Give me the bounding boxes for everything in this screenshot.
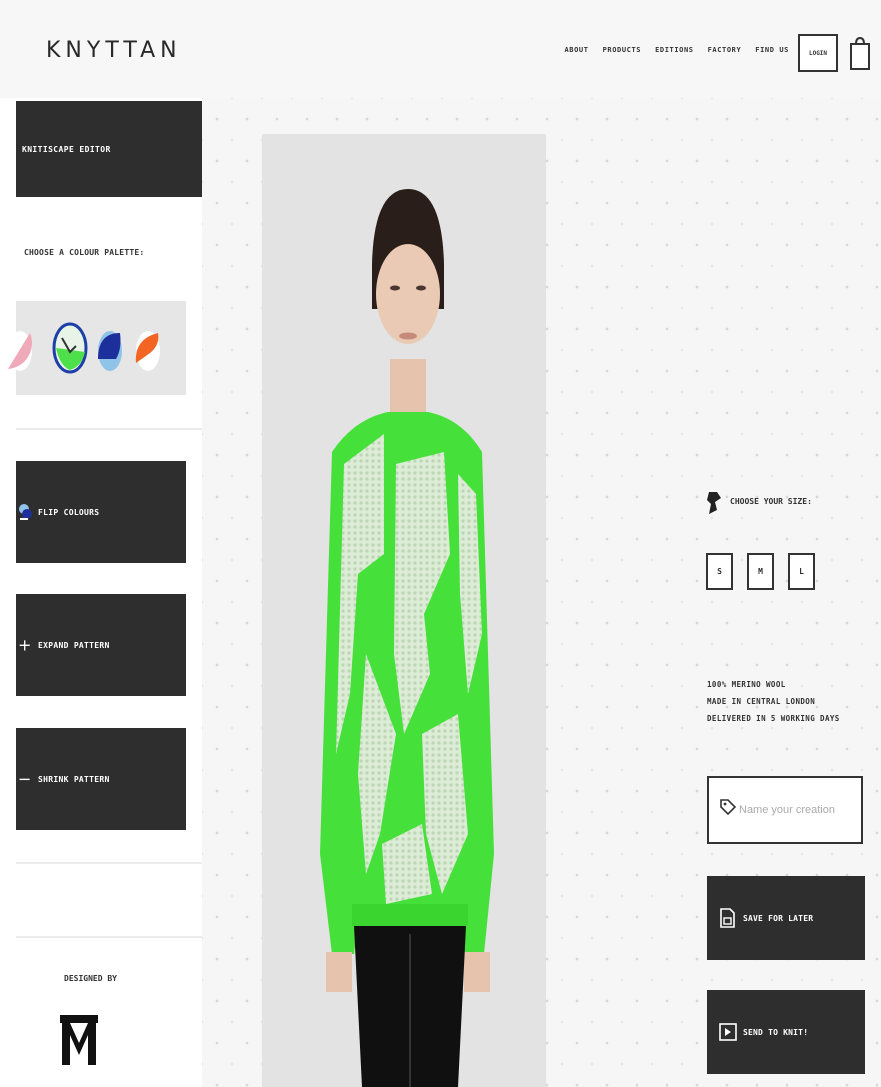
send-to-knit-label: SEND TO KNIT! [743, 1027, 809, 1037]
flip-colours-label: FLIP COLOURS [38, 507, 100, 517]
main-nav: ABOUT PRODUCTS EDITIONS FACTORY FIND US [564, 46, 789, 54]
send-icon [719, 1023, 737, 1041]
expand-pattern-button[interactable]: + EXPAND PATTERN [16, 594, 186, 696]
nav-find-us[interactable]: FIND US [755, 46, 789, 54]
size-label: CHOOSE YOUR SIZE: [730, 497, 812, 506]
palette-swatch-orange[interactable] [134, 329, 162, 373]
shopping-bag-icon[interactable] [849, 34, 871, 72]
creation-name-input[interactable] [739, 792, 859, 828]
nav-factory[interactable]: FACTORY [708, 46, 742, 54]
model-wearing-sweater [320, 189, 494, 1087]
shrink-pattern-label: SHRINK PATTERN [38, 774, 110, 784]
plus-icon: + [18, 635, 32, 655]
size-icon [707, 492, 721, 514]
palette-swatch-pink[interactable] [8, 329, 36, 373]
login-button[interactable]: LOGIN [798, 34, 838, 72]
expand-pattern-label: EXPAND PATTERN [38, 640, 110, 650]
save-for-later-button[interactable]: SAVE FOR LATER [707, 876, 865, 960]
size-option-s[interactable]: S [706, 553, 733, 590]
designer-logo [60, 1015, 98, 1065]
flip-colours-icon [19, 504, 32, 520]
brand-logo[interactable]: KNYTTAN [46, 38, 182, 63]
palette-swatch-green[interactable] [52, 322, 88, 374]
palette-picker [8, 301, 186, 395]
divider [16, 428, 202, 430]
minus-icon: − [18, 769, 32, 789]
creation-name-field [707, 776, 863, 844]
info-delivery: DELIVERED IN 5 WORKING DAYS [707, 714, 840, 723]
divider [16, 862, 202, 864]
nav-about[interactable]: ABOUT [564, 46, 588, 54]
nav-products[interactable]: PRODUCTS [603, 46, 642, 54]
tag-icon [720, 799, 737, 816]
size-option-l[interactable]: L [788, 553, 815, 590]
palette-swatch-navy[interactable] [96, 329, 124, 373]
info-origin: MADE IN CENTRAL LONDON [707, 697, 816, 706]
designed-by-label: DESIGNED BY [64, 974, 117, 983]
flip-colours-button[interactable]: FLIP COLOURS [16, 461, 186, 563]
editor-title: KNITISCAPE EDITOR [16, 101, 202, 197]
palette-label: CHOOSE A COLOUR PALETTE: [24, 248, 145, 257]
divider [16, 936, 202, 938]
save-for-later-label: SAVE FOR LATER [743, 913, 814, 923]
info-material: 100% MERINO WOOL [707, 680, 786, 689]
shrink-pattern-button[interactable]: − SHRINK PATTERN [16, 728, 186, 830]
size-option-m[interactable]: M [747, 553, 774, 590]
site-header: KNYTTAN ABOUT PRODUCTS EDITIONS FACTORY … [0, 0, 881, 98]
editor-sidebar: KNITISCAPE EDITOR CHOOSE A COLOUR PALETT… [8, 98, 202, 1087]
product-photo [262, 134, 546, 1087]
save-icon [720, 908, 735, 928]
nav-editions[interactable]: EDITIONS [655, 46, 694, 54]
send-to-knit-button[interactable]: SEND TO KNIT! [707, 990, 865, 1074]
